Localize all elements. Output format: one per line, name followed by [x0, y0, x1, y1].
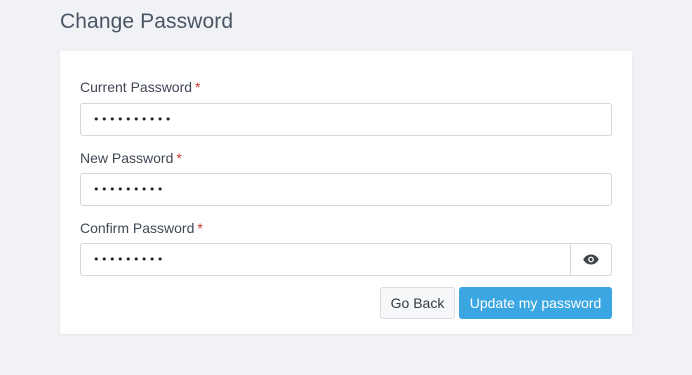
confirm-password-group: Confirm Password * — [80, 219, 612, 276]
eye-icon — [583, 254, 599, 265]
update-password-button[interactable]: Update my password — [459, 287, 612, 319]
confirm-password-label: Confirm Password * — [80, 220, 203, 236]
new-password-group: New Password * — [80, 149, 612, 206]
toggle-password-visibility-button[interactable] — [570, 244, 611, 275]
current-password-group: Current Password * — [80, 78, 612, 136]
new-password-field — [80, 173, 612, 206]
current-password-label: Current Password * — [80, 79, 201, 95]
confirm-password-input[interactable] — [81, 244, 570, 275]
new-password-label: New Password * — [80, 150, 182, 166]
change-password-card: Current Password* New Password* Confirm … — [60, 51, 632, 334]
current-password-field — [80, 103, 612, 136]
page-title: Change Password — [60, 10, 234, 33]
required-mark: * — [195, 79, 201, 95]
confirm-password-field — [80, 243, 612, 276]
page: Change Password Current Password* New Pa… — [0, 0, 692, 375]
go-back-button[interactable]: Go Back — [380, 287, 455, 319]
required-mark: * — [197, 220, 203, 236]
current-password-input[interactable] — [81, 104, 611, 135]
required-mark: * — [176, 150, 182, 166]
new-password-input[interactable] — [81, 174, 611, 205]
